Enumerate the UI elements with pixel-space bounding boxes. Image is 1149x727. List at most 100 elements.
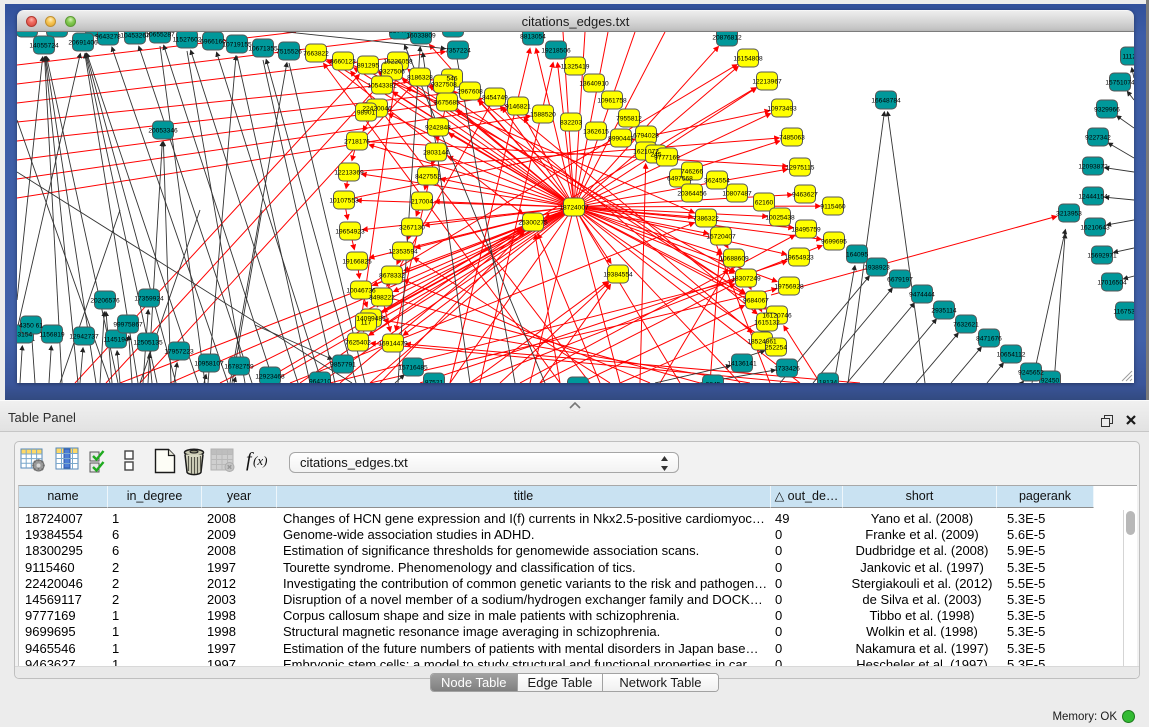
svg-text:1588520: 1588520 [530, 111, 556, 118]
svg-text:9474444: 9474444 [909, 291, 935, 298]
svg-text:7625402: 7625402 [345, 339, 371, 346]
svg-text:16154808: 16154808 [733, 55, 763, 62]
svg-text:8186328: 8186328 [407, 74, 433, 81]
svg-text:20364456: 20364456 [677, 190, 707, 197]
svg-text:12975115: 12975115 [786, 164, 815, 171]
svg-text:20206576: 20206576 [90, 297, 120, 304]
svg-text:1615132: 1615132 [754, 319, 780, 326]
svg-text:12923468: 12923468 [255, 373, 285, 380]
svg-text:16033809: 16033809 [406, 32, 436, 39]
svg-text:2967608: 2967608 [457, 88, 483, 95]
svg-text:9245652: 9245652 [1018, 369, 1044, 376]
svg-text:12353594: 12353594 [388, 248, 418, 255]
svg-text:9643278: 9643278 [95, 33, 121, 40]
svg-text:4350 61: 4350 61 [19, 322, 43, 329]
svg-text:25300275: 25300275 [518, 219, 548, 226]
svg-text:117: 117 [361, 319, 372, 326]
svg-text:9329966: 9329966 [1094, 106, 1120, 113]
svg-text:10543382: 10543382 [367, 82, 397, 89]
svg-text:16210643: 16210643 [1080, 224, 1110, 231]
svg-text:11325419: 11325419 [561, 63, 590, 70]
svg-text:7632621: 7632621 [953, 321, 979, 328]
svg-text:3267130: 3267130 [399, 224, 425, 231]
svg-text:10107553: 10107553 [329, 197, 359, 204]
svg-text:17016504: 17016504 [1097, 279, 1127, 286]
svg-text:14055724: 14055724 [29, 42, 59, 49]
svg-text:16914479: 16914479 [378, 340, 408, 347]
svg-text:15716485: 15716485 [398, 364, 428, 371]
svg-text:19756928: 19756928 [774, 283, 804, 290]
svg-text:3213953: 3213953 [1056, 210, 1082, 217]
svg-text:6679197: 6679197 [887, 276, 913, 283]
svg-text:11124: 11124 [1122, 53, 1134, 60]
svg-text:7955812: 7955812 [616, 115, 642, 122]
svg-text:9777169: 9777169 [654, 154, 680, 161]
svg-text:16782759: 16782759 [224, 363, 254, 370]
svg-text:99975867: 99975867 [113, 321, 143, 328]
svg-text:8813054: 8813054 [520, 33, 546, 40]
svg-text:18134: 18134 [819, 379, 838, 383]
svg-text:14136141: 14136141 [727, 360, 757, 367]
svg-text:3498222: 3498222 [369, 294, 395, 301]
svg-text:252254: 252254 [765, 344, 787, 351]
svg-text:9684067: 9684067 [743, 297, 769, 304]
svg-text:33154: 33154 [17, 331, 32, 338]
svg-text:9857791: 9857791 [330, 361, 356, 368]
svg-text:10046736: 10046736 [346, 287, 376, 294]
svg-text:11527602: 11527602 [173, 36, 202, 43]
svg-text:16120746: 16120746 [762, 312, 792, 319]
svg-text:10655287: 10655287 [145, 32, 175, 38]
svg-text:10961758: 10961758 [597, 97, 627, 104]
svg-text:17359924: 17359924 [134, 295, 164, 302]
svg-text:15751074: 15751074 [1105, 79, 1134, 86]
svg-text:20876812: 20876812 [712, 34, 742, 41]
svg-text:20053346: 20053346 [148, 127, 178, 134]
svg-text:7663822: 7663822 [303, 50, 329, 57]
svg-text:20691406: 20691406 [68, 39, 98, 46]
svg-text:217004: 217004 [411, 198, 433, 205]
svg-text:19654923: 19654923 [335, 228, 365, 235]
svg-text:1362615: 1362615 [583, 128, 609, 135]
svg-text:832203: 832203 [560, 119, 582, 126]
svg-text:164095: 164095 [846, 251, 868, 258]
svg-text:7515526: 7515526 [276, 48, 302, 55]
svg-text:10958107: 10958107 [194, 360, 224, 367]
svg-text:12213967: 12213967 [752, 78, 782, 85]
svg-text:10671355: 10671355 [248, 45, 278, 52]
svg-text:9146821: 9146821 [505, 103, 531, 110]
svg-text:10973493: 10973493 [767, 105, 797, 112]
svg-text:1145194: 1145194 [103, 336, 129, 343]
svg-text:19384554: 19384554 [603, 271, 633, 278]
svg-text:10654112: 10654112 [997, 351, 1026, 358]
svg-text:9242848: 9242848 [425, 124, 451, 131]
svg-text:9115460: 9115460 [820, 203, 846, 210]
svg-text:1733426: 1733426 [774, 365, 800, 372]
svg-text:12213369: 12213369 [334, 169, 364, 176]
svg-text:9699695: 9699695 [821, 238, 847, 245]
svg-text:12505135: 12505135 [133, 339, 163, 346]
svg-text:1938923: 1938923 [864, 264, 890, 271]
svg-text:13640910: 13640910 [579, 80, 609, 87]
svg-text:9327506: 9327506 [379, 68, 405, 75]
svg-text:16648784: 16648784 [871, 97, 901, 104]
svg-text:18495759: 18495759 [791, 226, 821, 233]
svg-text:87521: 87521 [425, 379, 444, 383]
svg-text:17957223: 17957223 [164, 348, 194, 355]
svg-text:15226058: 15226058 [383, 58, 413, 65]
svg-text:8678332: 8678332 [379, 272, 405, 279]
svg-text:15692971: 15692971 [1087, 252, 1117, 259]
svg-text:19166825: 19166825 [342, 258, 372, 265]
svg-text:6794028: 6794028 [633, 132, 659, 139]
svg-text:746266: 746266 [681, 168, 703, 175]
svg-text:10025438: 10025438 [765, 214, 795, 221]
svg-text:9327508: 9327508 [431, 81, 457, 88]
svg-text:7485063: 7485063 [779, 134, 805, 141]
svg-text:7357224: 7357224 [445, 47, 471, 54]
svg-text:12093872: 12093872 [1078, 163, 1108, 170]
svg-text:8427552: 8427552 [415, 173, 441, 180]
svg-text:12942737: 12942737 [69, 333, 99, 340]
svg-text:15720407: 15720407 [706, 233, 736, 240]
svg-text:9345: 9345 [706, 381, 721, 383]
svg-text:8454749: 8454749 [482, 94, 508, 101]
svg-text:1167533: 1167533 [1113, 308, 1134, 315]
